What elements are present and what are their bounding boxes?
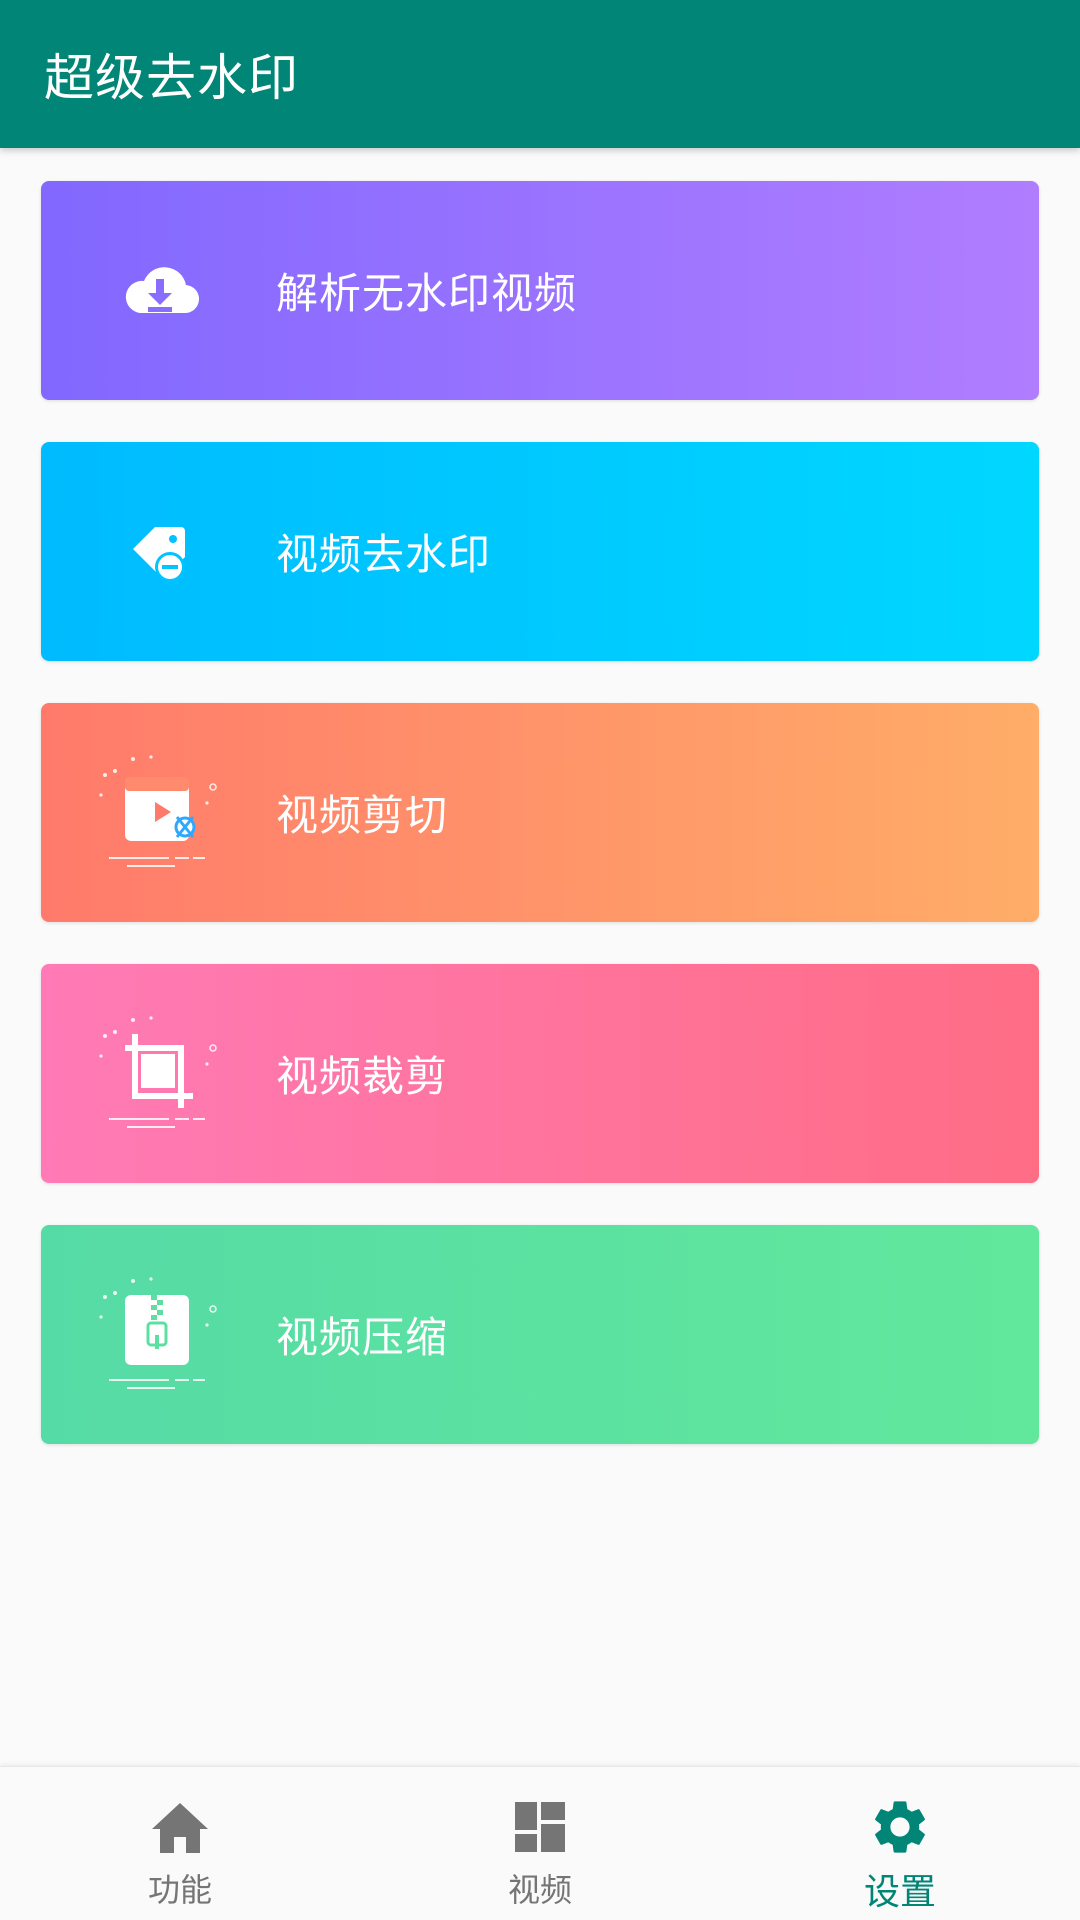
zip-compress-icon [85,1269,235,1400]
card-label: 视频压缩 [276,1313,449,1362]
app-bar: 超级去水印 [0,0,1080,148]
card-video-cut[interactable]: 视频剪切 [41,703,1039,922]
app-title: 超级去水印 [44,49,299,107]
dashboard-icon [508,1795,572,1859]
nav-item-videos[interactable]: 视频 [360,1767,720,1920]
gear-icon [868,1795,932,1859]
video-cut-icon [85,747,235,878]
feature-list: 解析无水印视频 视频去水印 视频剪切 视频裁剪 视频压缩 [41,181,1039,1486]
nav-item-features[interactable]: 功能 [0,1767,360,1920]
nav-label: 功能 [147,1871,212,1909]
card-label: 视频裁剪 [276,1052,449,1101]
card-video-crop[interactable]: 视频裁剪 [41,964,1039,1183]
card-label: 解析无水印视频 [276,269,578,318]
card-parse-video[interactable]: 解析无水印视频 [41,181,1039,400]
tag-remove-icon [85,486,235,617]
crop-icon [85,1008,235,1139]
bottom-navigation: 功能 视频 设置 [0,1766,1080,1920]
card-remove-watermark[interactable]: 视频去水印 [41,442,1039,661]
nav-item-settings[interactable]: 设置 [720,1767,1080,1920]
cloud-download-icon [85,225,235,356]
nav-label: 视频 [507,1871,572,1909]
card-label: 视频去水印 [276,530,492,579]
card-video-compress[interactable]: 视频压缩 [41,1225,1039,1444]
nav-label: 设置 [863,1872,936,1913]
card-label: 视频剪切 [276,791,449,840]
home-icon [148,1795,212,1859]
